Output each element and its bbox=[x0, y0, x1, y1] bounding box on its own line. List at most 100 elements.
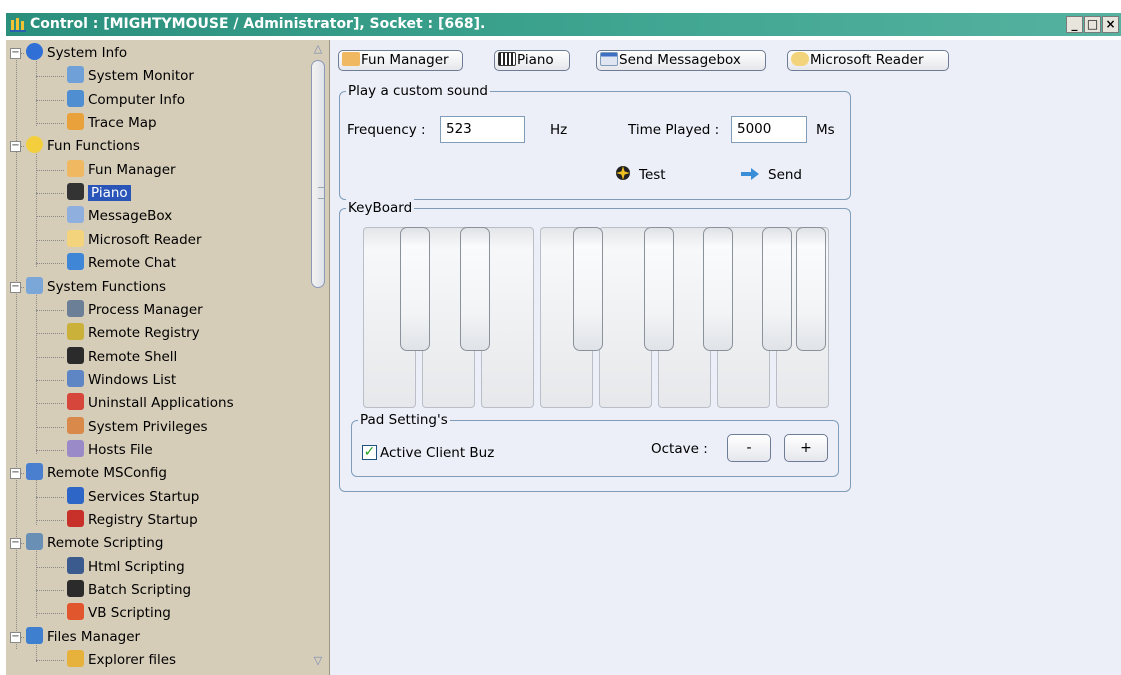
tree-item-registry-startup[interactable]: Registry Startup bbox=[67, 509, 198, 531]
window-controls: _ □ × bbox=[1065, 16, 1119, 33]
piano-black-key[interactable] bbox=[644, 227, 674, 351]
tree-item-fun-functions[interactable]: Fun Functions bbox=[26, 135, 140, 157]
close-button[interactable]: × bbox=[1102, 16, 1119, 33]
tree-connector bbox=[36, 309, 64, 311]
toolbox-icon bbox=[67, 510, 84, 527]
tree-item-label: Windows List bbox=[88, 371, 177, 388]
tree-item-explorer-files[interactable]: Explorer files bbox=[67, 649, 176, 671]
scroll-down-arrow-icon[interactable]: ▽ bbox=[311, 655, 325, 667]
tree-item-label: Batch Scripting bbox=[88, 582, 192, 599]
tree-connector bbox=[36, 613, 64, 615]
piano-black-key[interactable] bbox=[762, 227, 792, 351]
tree-item-remote-scripting[interactable]: Remote Scripting bbox=[26, 532, 163, 554]
tree-connector bbox=[36, 426, 64, 428]
piano-icon bbox=[67, 183, 84, 201]
send-label: Send bbox=[768, 167, 803, 183]
tree-item-remote-msconfig[interactable]: Remote MSConfig bbox=[26, 462, 167, 484]
tree-item-html-scripting[interactable]: Html Scripting bbox=[67, 556, 185, 578]
minimize-button[interactable]: _ bbox=[1066, 16, 1083, 33]
fun-manager-button-label: Fun Manager bbox=[361, 52, 449, 68]
tree-item-label: Explorer files bbox=[88, 652, 177, 669]
scroll-thumb[interactable] bbox=[311, 60, 325, 288]
tree-item-files-manager[interactable]: Files Manager bbox=[26, 626, 140, 648]
piano-black-key[interactable] bbox=[796, 227, 826, 351]
tree-scrollbar[interactable]: △ ▽ bbox=[308, 40, 329, 675]
tree-item-messagebox[interactable]: MessageBox bbox=[67, 205, 172, 227]
octave-increase-button[interactable]: + bbox=[784, 434, 828, 462]
tree-item-remote-registry[interactable]: Remote Registry bbox=[67, 322, 200, 344]
custom-sound-group-title: Play a custom sound bbox=[346, 82, 490, 100]
keyboard-group-title: KeyBoard bbox=[346, 199, 415, 217]
piano-black-key[interactable] bbox=[573, 227, 603, 351]
test-icon bbox=[616, 166, 630, 180]
send-button[interactable]: Send bbox=[740, 165, 802, 185]
tree-item-process-manager[interactable]: Process Manager bbox=[67, 299, 203, 321]
active-client-buz-checkbox[interactable]: ✓ bbox=[362, 445, 377, 460]
microsoft-reader-button-label: Microsoft Reader bbox=[810, 52, 924, 68]
tree-item-microsoft-reader[interactable]: Microsoft Reader bbox=[67, 229, 202, 251]
tree-item-label: VB Scripting bbox=[88, 605, 171, 622]
tree-connector bbox=[36, 291, 37, 454]
maximize-button[interactable]: □ bbox=[1084, 16, 1101, 33]
reader-icon bbox=[67, 229, 84, 247]
tree-item-computer-info[interactable]: Computer Info bbox=[67, 89, 185, 111]
tree-item-fun-manager[interactable]: Fun Manager bbox=[67, 159, 176, 181]
tree-item-remote-chat[interactable]: Remote Chat bbox=[67, 252, 176, 274]
test-button[interactable]: Test bbox=[615, 165, 666, 185]
tree-item-label: Microsoft Reader bbox=[88, 231, 202, 248]
tree-item-remote-shell[interactable]: Remote Shell bbox=[67, 346, 177, 368]
piano-black-key[interactable] bbox=[460, 227, 490, 351]
fun-manager-icon bbox=[342, 52, 360, 66]
tree-connector bbox=[36, 478, 37, 525]
tree-item-trace-map[interactable]: Trace Map bbox=[67, 112, 157, 134]
title-bar[interactable]: Control : [MIGHTYMOUSE / Administrator],… bbox=[6, 13, 1121, 36]
msconfig-icon bbox=[26, 463, 43, 481]
tree-connector bbox=[36, 76, 64, 78]
tree-connector bbox=[36, 99, 64, 101]
tree-item-label: Services Startup bbox=[88, 488, 200, 505]
piano-button[interactable]: Piano bbox=[494, 50, 570, 71]
chat-icon bbox=[67, 253, 84, 271]
collapse-icon[interactable]: − bbox=[10, 48, 21, 59]
system-functions-icon bbox=[26, 276, 43, 294]
tree-item-label: System Info bbox=[47, 45, 128, 61]
tree-connector bbox=[36, 660, 64, 662]
tree-item-hosts-file[interactable]: Hosts File bbox=[67, 439, 153, 461]
fun-manager-icon bbox=[67, 159, 84, 177]
tree-connector bbox=[36, 356, 64, 358]
tree-item-label: Piano bbox=[88, 185, 131, 202]
tree-item-services-startup[interactable]: Services Startup bbox=[67, 486, 199, 508]
tree-item-uninstall-applications[interactable]: Uninstall Applications bbox=[67, 392, 234, 414]
octave-decrease-button[interactable]: - bbox=[727, 434, 771, 462]
tree-item-label: MessageBox bbox=[88, 208, 173, 225]
tree-item-system-monitor[interactable]: System Monitor bbox=[67, 65, 194, 87]
fun-manager-button[interactable]: Fun Manager bbox=[338, 50, 463, 71]
tree-item-batch-scripting[interactable]: Batch Scripting bbox=[67, 579, 191, 601]
send-messagebox-button[interactable]: Send Messagebox bbox=[596, 50, 766, 71]
tree-item-vb-scripting[interactable]: VB Scripting bbox=[67, 602, 171, 624]
tree-item-windows-list[interactable]: Windows List bbox=[67, 369, 176, 391]
tree-item-label: Remote Registry bbox=[88, 325, 200, 342]
time-played-input[interactable]: 5000 bbox=[731, 116, 807, 143]
pad-settings-group-title: Pad Setting's bbox=[358, 411, 450, 429]
piano-button-label: Piano bbox=[517, 52, 554, 68]
collapse-icon[interactable]: − bbox=[10, 141, 21, 153]
script-icon bbox=[26, 533, 43, 551]
microsoft-reader-button[interactable]: Microsoft Reader bbox=[787, 50, 949, 71]
time-played-label: Time Played : bbox=[628, 122, 720, 138]
tree-item-label: Computer Info bbox=[88, 91, 185, 108]
tree-item-system-info[interactable]: System Info bbox=[26, 42, 127, 64]
collapse-icon[interactable]: − bbox=[10, 538, 21, 550]
scroll-up-arrow-icon[interactable]: △ bbox=[311, 43, 325, 55]
tree-item-system-functions[interactable]: System Functions bbox=[26, 276, 166, 298]
collapse-icon[interactable]: − bbox=[10, 631, 21, 643]
piano-black-key[interactable] bbox=[703, 227, 733, 351]
collapse-icon[interactable]: − bbox=[10, 281, 21, 293]
tree-item-piano[interactable]: Piano bbox=[67, 182, 131, 204]
tree-item-system-privileges[interactable]: System Privileges bbox=[67, 416, 208, 438]
piano-black-key[interactable] bbox=[400, 227, 430, 351]
frequency-input[interactable]: 523 bbox=[440, 116, 525, 143]
collapse-icon[interactable]: − bbox=[10, 468, 21, 480]
messagebox-icon bbox=[600, 52, 618, 66]
tree-connector bbox=[36, 496, 64, 498]
